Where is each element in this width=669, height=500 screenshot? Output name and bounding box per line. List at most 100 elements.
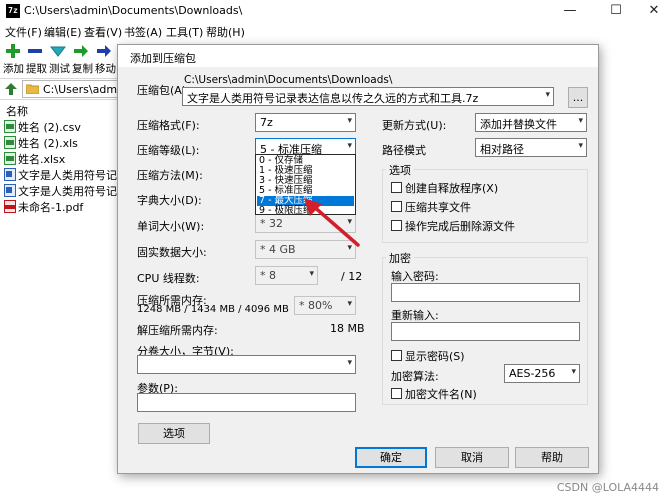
parameters-input[interactable] bbox=[137, 393, 356, 412]
cpu-threads-select[interactable]: * 8 ▾ bbox=[255, 266, 318, 285]
file-name: 未命名-1.pdf bbox=[18, 201, 84, 214]
cancel-button[interactable]: 取消 bbox=[435, 447, 509, 468]
update-mode-value: 添加并替换文件 bbox=[480, 118, 557, 131]
word-size-label: 单词大小(W): bbox=[137, 220, 205, 233]
chevron-down-icon: ▾ bbox=[347, 358, 352, 368]
dialog-title: 添加到压缩包 bbox=[130, 52, 196, 65]
list-item[interactable]: 文字是人类用符号记录... bbox=[4, 183, 130, 199]
solid-block-value: * 4 GB bbox=[260, 243, 296, 256]
show-password-checkbox[interactable] bbox=[391, 350, 402, 361]
file-name: 姓名 (2).xls bbox=[18, 137, 78, 150]
browse-button[interactable]: ... bbox=[568, 87, 588, 108]
doc-icon bbox=[4, 168, 16, 181]
memory-values: 1248 MB / 1434 MB / 4096 MB bbox=[137, 304, 289, 315]
list-item[interactable]: 文字是人类用符号记录... bbox=[4, 167, 130, 183]
list-item[interactable]: 未命名-1.pdf bbox=[4, 199, 130, 215]
file-name: 文字是人类用符号记录... bbox=[18, 169, 130, 182]
sfx-label[interactable]: 创建自释放程序(X) bbox=[405, 180, 498, 196]
toolbar-add-label[interactable]: 添加 bbox=[3, 61, 24, 76]
toolbar-copy-label[interactable]: 复制 bbox=[72, 61, 93, 76]
pdf-icon bbox=[4, 200, 16, 213]
level-label: 压缩等级(L): bbox=[137, 144, 200, 157]
chevron-down-icon: ▾ bbox=[578, 141, 583, 151]
encrypt-names-label[interactable]: 加密文件名(N) bbox=[405, 386, 477, 402]
menu-edit[interactable]: 编辑(E) bbox=[44, 24, 82, 40]
help-button[interactable]: 帮助 bbox=[515, 447, 589, 468]
file-name: 姓名.xlsx bbox=[18, 153, 66, 166]
chevron-down-icon: ▾ bbox=[347, 116, 352, 126]
decompress-memory-value: 18 MB bbox=[330, 322, 365, 335]
maximize-button[interactable]: ☐ bbox=[601, 2, 631, 20]
doc-icon bbox=[4, 184, 16, 197]
method-label: 压缩方法(M): bbox=[137, 169, 203, 182]
encryption-method-select[interactable]: AES-256 ▾ bbox=[504, 364, 580, 383]
chevron-down-icon: ▾ bbox=[578, 116, 583, 126]
list-item[interactable]: 姓名 (2).xls bbox=[4, 135, 130, 151]
cpu-threads-value: * 8 bbox=[260, 269, 276, 282]
folder-icon bbox=[25, 83, 40, 97]
update-mode-select[interactable]: 添加并替换文件 ▾ bbox=[475, 113, 587, 132]
options-button[interactable]: 选项 bbox=[138, 423, 210, 444]
list-item[interactable]: 姓名.xlsx bbox=[4, 151, 130, 167]
copy-icon[interactable] bbox=[73, 44, 89, 58]
ok-button[interactable]: 确定 bbox=[355, 447, 427, 468]
xlsx-icon bbox=[4, 152, 16, 165]
chevron-down-icon: ▾ bbox=[347, 299, 352, 309]
window-title: C:\Users\admin\Documents\Downloads\ bbox=[24, 4, 243, 17]
update-mode-label: 更新方式(U): bbox=[382, 119, 447, 132]
file-name: 姓名 (2).csv bbox=[18, 121, 81, 134]
path-input[interactable]: C:\Users\admin\D bbox=[22, 80, 139, 98]
extract-icon[interactable] bbox=[27, 44, 43, 58]
sfx-checkbox[interactable] bbox=[391, 182, 402, 193]
add-to-archive-dialog: 添加到压缩包 压缩包(A) C:\Users\admin\Documents\D… bbox=[117, 44, 599, 474]
delete-after-label[interactable]: 操作完成后删除源文件 bbox=[405, 218, 515, 234]
close-window-button[interactable]: ✕ bbox=[639, 2, 669, 20]
password-input[interactable] bbox=[391, 283, 580, 302]
menu-file[interactable]: 文件(F) bbox=[5, 24, 42, 40]
word-size-value: * 32 bbox=[260, 217, 283, 230]
menu-tools[interactable]: 工具(T) bbox=[166, 24, 203, 40]
encryption-method-value: AES-256 bbox=[509, 367, 556, 380]
show-password-label[interactable]: 显示密码(S) bbox=[405, 348, 465, 364]
delete-after-checkbox[interactable] bbox=[391, 220, 402, 231]
test-icon[interactable] bbox=[49, 44, 67, 58]
shared-files-checkbox[interactable] bbox=[391, 201, 402, 212]
annotation-arrow-icon bbox=[304, 198, 360, 247]
list-item[interactable]: 姓名 (2).csv bbox=[4, 119, 130, 135]
archive-name-input[interactable]: 文字是人类用符号记录表达信息以传之久远的方式和工具.7z ▾ bbox=[182, 87, 554, 106]
csv-icon bbox=[4, 120, 16, 133]
toolbar-extract-label[interactable]: 提取 bbox=[26, 61, 47, 76]
volume-size-select[interactable]: ▾ bbox=[137, 355, 356, 374]
format-value: 7z bbox=[260, 116, 273, 129]
column-header-name[interactable]: 名称 bbox=[6, 103, 28, 119]
watermark: CSDN @LOLA4444 bbox=[556, 481, 659, 494]
path-mode-select[interactable]: 相对路径 ▾ bbox=[475, 138, 587, 157]
format-select[interactable]: 7z ▾ bbox=[255, 113, 356, 132]
memory-percent-select[interactable]: * 80% ▾ bbox=[294, 296, 356, 315]
menu-view[interactable]: 查看(V) bbox=[84, 24, 122, 40]
archive-label: 压缩包(A) bbox=[137, 84, 187, 97]
password-label: 输入密码: bbox=[391, 270, 439, 283]
decompress-memory-label: 解压缩所需内存: bbox=[137, 324, 218, 337]
add-icon[interactable] bbox=[5, 44, 21, 58]
xls-icon bbox=[4, 136, 16, 149]
shared-files-label[interactable]: 压缩共享文件 bbox=[405, 199, 471, 215]
chevron-down-icon: ▾ bbox=[309, 269, 314, 279]
encryption-method-label: 加密算法: bbox=[391, 370, 439, 383]
menu-bookmarks[interactable]: 书签(A) bbox=[124, 24, 162, 40]
move-icon[interactable] bbox=[96, 44, 112, 58]
format-label: 压缩格式(F): bbox=[137, 119, 200, 132]
memory-percent-value: * 80% bbox=[299, 299, 333, 312]
toolbar-test-label[interactable]: 测试 bbox=[49, 61, 70, 76]
minimize-button[interactable]: — bbox=[555, 2, 585, 20]
path-mode-label: 路径模式 bbox=[382, 144, 426, 157]
dictionary-label: 字典大小(D): bbox=[137, 194, 202, 207]
menu-help[interactable]: 帮助(H) bbox=[206, 24, 245, 40]
up-folder-icon[interactable] bbox=[4, 82, 18, 99]
encryption-group-title: 加密 bbox=[386, 250, 414, 266]
encrypt-names-checkbox[interactable] bbox=[391, 388, 402, 399]
options-group-title: 选项 bbox=[386, 162, 414, 178]
chevron-down-icon: ▾ bbox=[347, 141, 352, 151]
password-repeat-input[interactable] bbox=[391, 322, 580, 341]
toolbar-move-label[interactable]: 移动 bbox=[95, 61, 116, 76]
